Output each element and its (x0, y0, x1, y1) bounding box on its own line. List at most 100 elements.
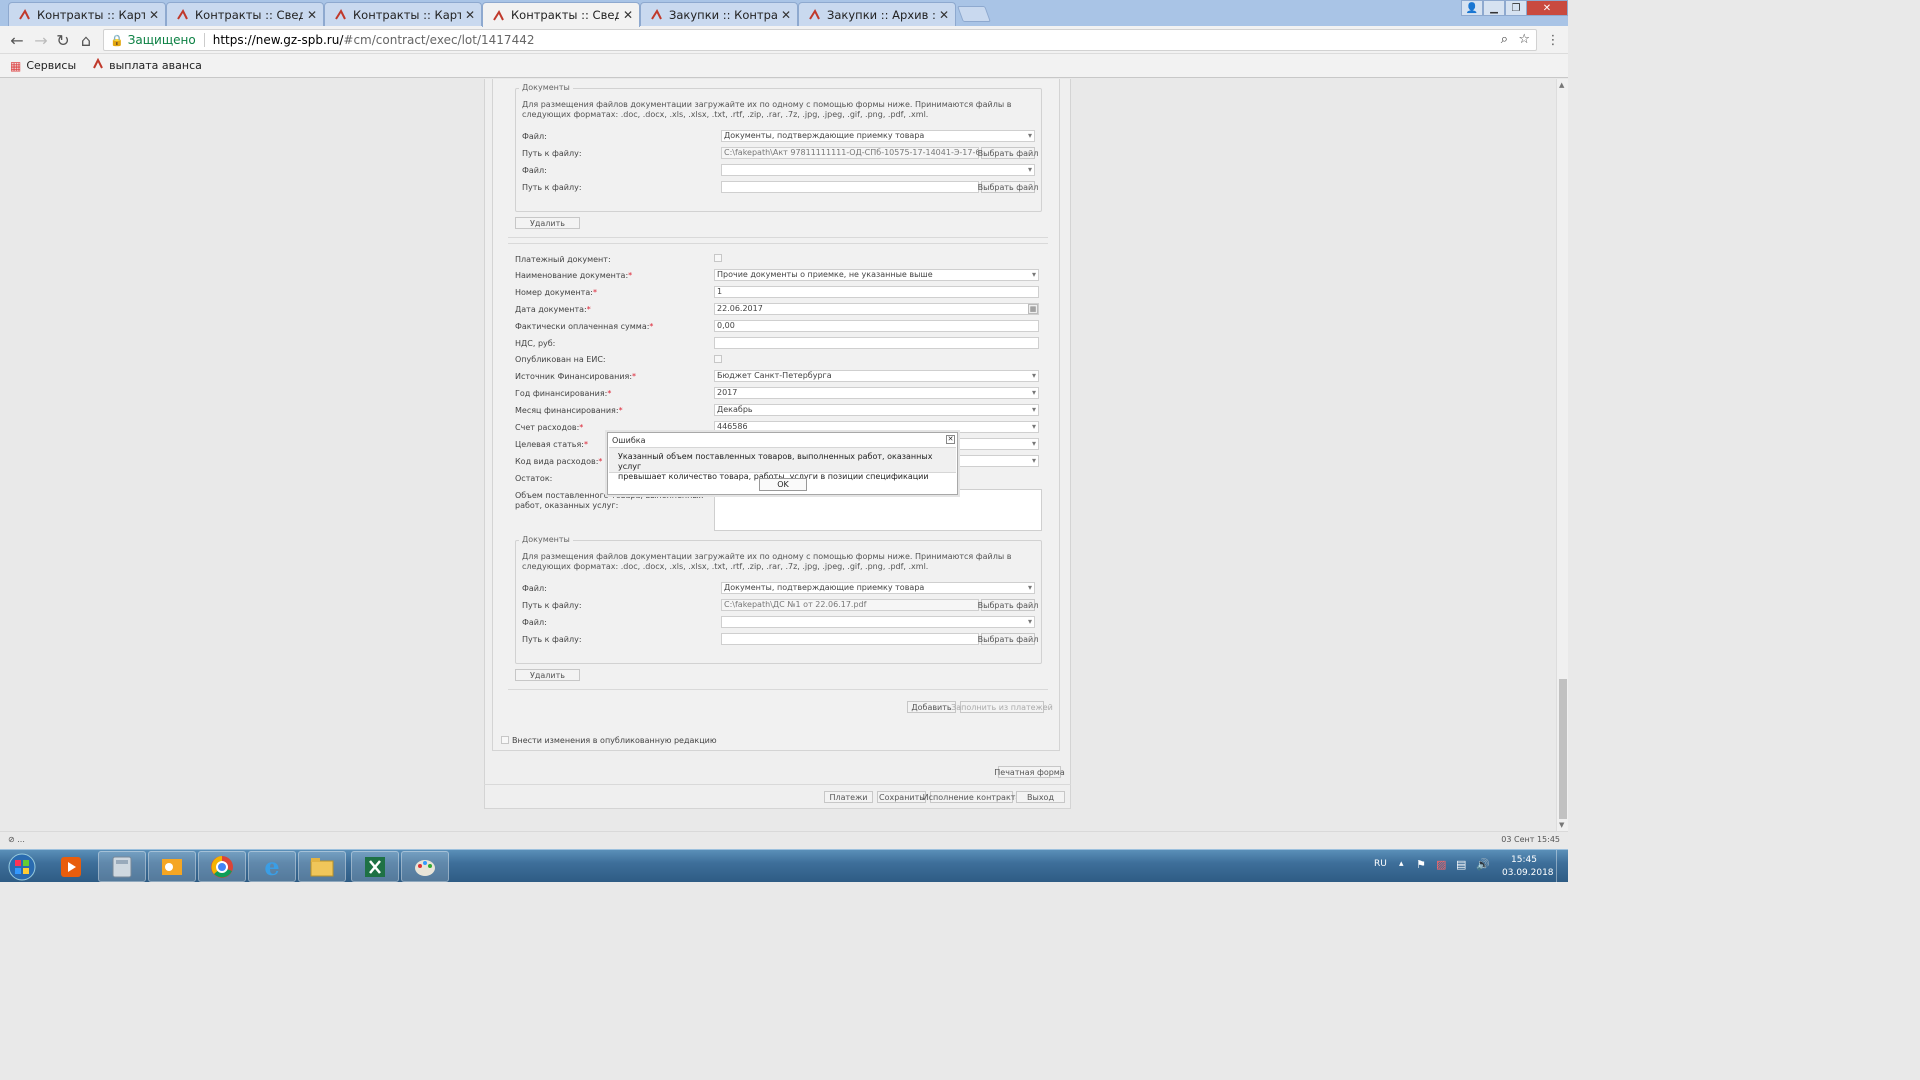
choose-file-button[interactable]: Выбрать файл (978, 599, 1038, 611)
window-close-button[interactable]: ✕ (1526, 0, 1568, 16)
windows-start-icon[interactable] (0, 851, 44, 882)
bookmark-advance-payment[interactable]: выплата аванса (92, 57, 202, 73)
volume-textarea[interactable] (714, 489, 1042, 531)
browser-tab-6[interactable]: Закупки :: Архив :: АИС Г ✕ (798, 2, 956, 26)
browser-tab-3[interactable]: Контракты :: Карточка к ✕ (324, 2, 482, 26)
browser-tab-4[interactable]: Контракты :: Сведения о ✕ (482, 2, 640, 27)
network-error-icon[interactable]: ▨ (1436, 858, 1446, 871)
maximize-button[interactable]: ❐ (1505, 0, 1527, 16)
internet-explorer-icon[interactable]: e (248, 851, 296, 882)
exit-button[interactable]: Выход (1016, 791, 1065, 803)
tab-close-icon[interactable]: ✕ (781, 8, 791, 22)
forward-arrow-icon[interactable]: → (31, 30, 51, 50)
excel-icon[interactable] (351, 851, 399, 882)
calendar-icon[interactable]: ▦ (1028, 304, 1038, 314)
choose-file-button[interactable]: Выбрать файл (978, 633, 1038, 645)
divider (508, 243, 1048, 244)
site-favicon-icon (649, 8, 663, 22)
choose-file-button[interactable]: Выбрать файл (978, 147, 1038, 159)
dialog-close-icon[interactable]: ✕ (946, 435, 955, 444)
media-player-icon[interactable] (47, 851, 95, 882)
language-indicator[interactable]: RU (1374, 859, 1387, 869)
file-explorer-icon[interactable] (298, 851, 346, 882)
fill-from-payments-button[interactable]: Заполнить из платежей (951, 701, 1053, 713)
rest-label: Остаток: (515, 474, 553, 483)
outlook-icon[interactable] (148, 851, 196, 882)
status-left: ⊘ ... (8, 835, 25, 844)
vat-input[interactable] (714, 337, 1039, 349)
browser-tab-2[interactable]: Контракты :: Сведения о ✕ (166, 2, 324, 26)
home-icon[interactable]: ⌂ (76, 30, 96, 50)
tab-close-icon[interactable]: ✕ (307, 8, 317, 22)
action-center-flag-icon[interactable]: ⚑ (1416, 858, 1426, 871)
reload-icon[interactable]: ↻ (53, 30, 73, 50)
tab-close-icon[interactable]: ✕ (149, 8, 159, 22)
browser-tab-1[interactable]: Контракты :: Карточка к ✕ (8, 2, 166, 26)
file-path-input[interactable] (721, 633, 979, 645)
payments-button[interactable]: Платежи (824, 791, 873, 803)
delete-button[interactable]: Удалить (515, 669, 580, 681)
publish-changes-checkbox[interactable] (501, 736, 509, 744)
upload-note: Для размещения файлов документации загру… (522, 100, 1012, 119)
account-label: Счет расходов:* (515, 423, 584, 432)
address-bar[interactable]: 🔒 Защищено https://new.gz-spb.ru/#cm/con… (103, 29, 1537, 51)
label-text: Счет расходов: (515, 423, 580, 432)
show-desktop-button[interactable] (1556, 850, 1568, 883)
save-button[interactable]: Сохранить (877, 791, 926, 803)
new-tab-button[interactable] (957, 6, 991, 22)
minimize-button[interactable]: ▁ (1483, 0, 1505, 16)
doc-number-input[interactable]: 1 (714, 286, 1039, 298)
network-icon[interactable]: ▤ (1456, 858, 1466, 871)
chrome-icon[interactable] (198, 851, 246, 882)
dialog-ok-button[interactable]: OK (759, 478, 807, 491)
tab-close-icon[interactable]: ✕ (939, 8, 949, 22)
contract-execution-button[interactable]: Исполнение контракта (923, 791, 1020, 803)
paint-icon[interactable] (401, 851, 449, 882)
volume-icon[interactable]: 🔊 (1476, 858, 1490, 871)
month-select[interactable]: Декабрь (714, 404, 1039, 416)
paid-sum-input[interactable]: 0,00 (714, 320, 1039, 332)
page-scrollbar[interactable]: ▲ ▼ (1556, 79, 1568, 831)
calculator-icon[interactable] (98, 851, 146, 882)
clock-date: 03.09.2018 (1502, 868, 1554, 878)
error-dialog: Ошибка ✕ Указанный объем поставленных то… (607, 432, 958, 495)
doc-name-select[interactable]: Прочие документы о приемке, не указанные… (714, 269, 1039, 281)
print-form-button[interactable]: Печатная форма (994, 766, 1065, 778)
file-type-select[interactable] (721, 164, 1035, 176)
file-path-label: Путь к файлу: (522, 149, 582, 158)
delete-button[interactable]: Удалить (515, 217, 580, 229)
file-type-select[interactable]: Документы, подтверждающие приемку товара (721, 582, 1035, 594)
file-path-input[interactable] (721, 181, 979, 193)
file-path-input[interactable]: C:\fakepath\Акт 97811111111-ОД-СПб-10575… (721, 147, 979, 159)
tab-close-icon[interactable]: ✕ (465, 8, 475, 22)
scroll-down-icon[interactable]: ▼ (1559, 821, 1564, 829)
label-text: Год финансирования: (515, 389, 608, 398)
file-type-select[interactable] (721, 616, 1035, 628)
browser-tab-5[interactable]: Закупки :: Контракты на ✕ (640, 2, 798, 26)
menu-dots-icon[interactable]: ⋮ (1543, 30, 1563, 50)
fieldset-legend: Документы (519, 535, 573, 544)
file-label: Файл: (522, 584, 547, 593)
scroll-thumb[interactable] (1559, 679, 1567, 819)
back-arrow-icon[interactable]: ← (7, 30, 27, 50)
scroll-up-icon[interactable]: ▲ (1559, 81, 1564, 89)
tab-close-icon[interactable]: ✕ (623, 8, 633, 22)
add-button[interactable]: Добавить (907, 701, 956, 713)
choose-file-button[interactable]: Выбрать файл (978, 181, 1038, 193)
payment-doc-checkbox[interactable] (714, 254, 722, 262)
year-select[interactable]: 2017 (714, 387, 1039, 399)
user-profile-icon[interactable]: 👤 (1461, 0, 1483, 16)
bookmark-star-icon[interactable]: ☆ (1518, 32, 1530, 47)
file-type-select[interactable]: Документы, подтверждающие приемку товара (721, 130, 1035, 142)
published-checkbox[interactable] (714, 355, 722, 363)
source-select[interactable]: Бюджет Санкт-Петербурга (714, 370, 1039, 382)
doc-number-label: Номер документа:* (515, 288, 597, 297)
doc-name-label: Наименование документа:* (515, 271, 633, 280)
clock[interactable]: 15:45 03.09.2018 (1502, 854, 1554, 880)
file-path-label: Путь к файлу: (522, 183, 582, 192)
zoom-search-icon[interactable]: ⌕ (1501, 32, 1508, 47)
show-hidden-icons-icon[interactable]: ▴ (1399, 859, 1404, 869)
file-path-input[interactable]: C:\fakepath\ДС №1 от 22.06.17.pdf (721, 599, 979, 611)
doc-date-input[interactable]: 22.06.2017 (714, 303, 1039, 315)
bookmark-apps[interactable]: ▦ Сервисы (10, 59, 76, 73)
